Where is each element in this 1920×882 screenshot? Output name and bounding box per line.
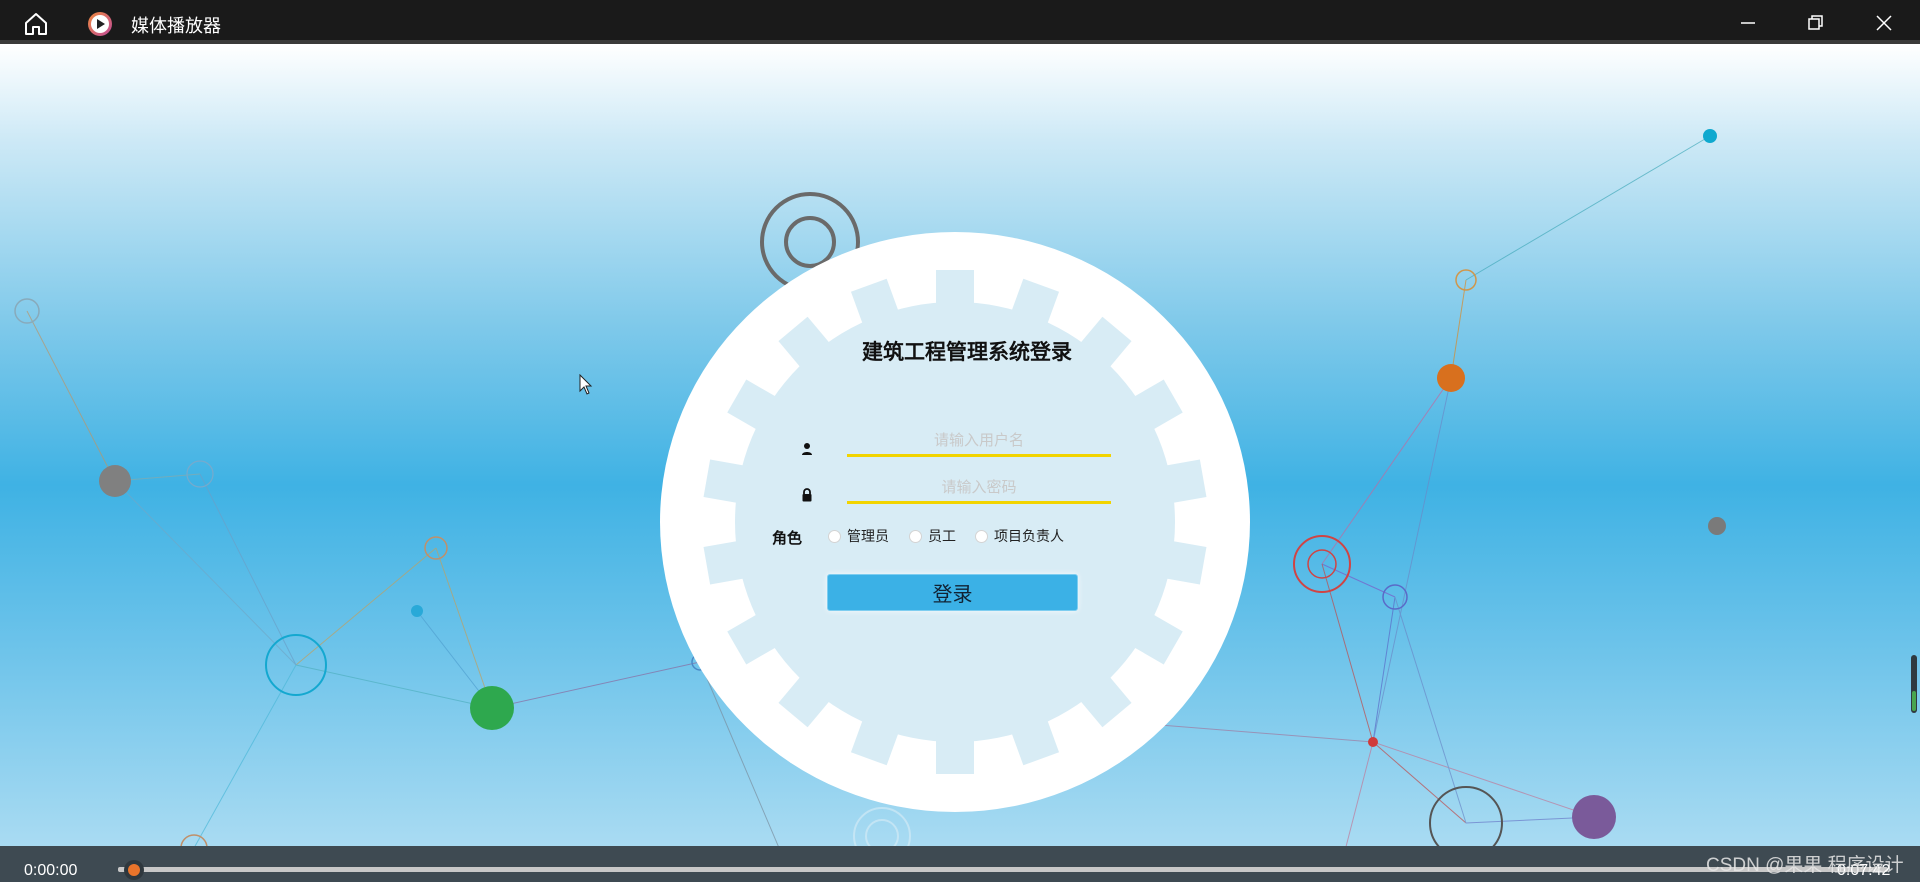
playback-controls: 0:00:00 0:07:42 bbox=[0, 846, 1920, 882]
login-title: 建筑工程管理系统登录 bbox=[862, 341, 1072, 364]
lock-icon bbox=[802, 488, 812, 502]
gear-tooth bbox=[1160, 540, 1207, 585]
login-button[interactable]: 登录 bbox=[827, 574, 1078, 611]
gear-tooth bbox=[936, 734, 974, 774]
minimize-icon[interactable] bbox=[1733, 8, 1763, 38]
gear-tooth bbox=[1160, 459, 1207, 504]
seek-thumb-dot bbox=[128, 864, 140, 876]
seek-bar[interactable] bbox=[118, 867, 1888, 872]
role-option-staff[interactable]: 员工 bbox=[909, 526, 956, 546]
close-icon[interactable] bbox=[1869, 8, 1899, 38]
volume-indicator[interactable] bbox=[1911, 655, 1917, 713]
user-icon bbox=[802, 443, 812, 455]
radio-button[interactable] bbox=[975, 529, 988, 543]
home-icon[interactable] bbox=[22, 10, 50, 38]
password-input[interactable] bbox=[847, 473, 1111, 504]
radio-button[interactable] bbox=[828, 529, 841, 543]
role-option-project-lead[interactable]: 项目负责人 bbox=[975, 526, 1064, 546]
restore-icon[interactable] bbox=[1800, 8, 1830, 38]
seek-thumb[interactable] bbox=[124, 860, 144, 880]
cursor-arrow-icon bbox=[579, 373, 593, 395]
media-player-app-icon bbox=[88, 12, 112, 36]
mouse-cursor bbox=[579, 373, 593, 396]
radio-button[interactable] bbox=[909, 529, 922, 543]
login-panel-gear bbox=[660, 232, 1250, 812]
role-label: 角色 bbox=[772, 530, 803, 547]
gear-tooth bbox=[936, 270, 974, 310]
current-time: 0:00:00 bbox=[24, 862, 78, 879]
gear-tooth bbox=[703, 540, 750, 585]
volume-level bbox=[1912, 691, 1916, 711]
title-bar: 媒体播放器 bbox=[0, 0, 1920, 44]
role-option-label: 管理员 bbox=[847, 528, 889, 544]
role-option-admin[interactable]: 管理员 bbox=[828, 526, 889, 546]
role-option-label: 项目负责人 bbox=[994, 528, 1064, 544]
window-title: 媒体播放器 bbox=[131, 16, 221, 36]
role-option-label: 员工 bbox=[928, 528, 956, 544]
gear-tooth bbox=[703, 459, 750, 504]
watermark: CSDN @果果 程序设计 bbox=[1706, 855, 1904, 876]
username-input[interactable] bbox=[847, 426, 1111, 457]
